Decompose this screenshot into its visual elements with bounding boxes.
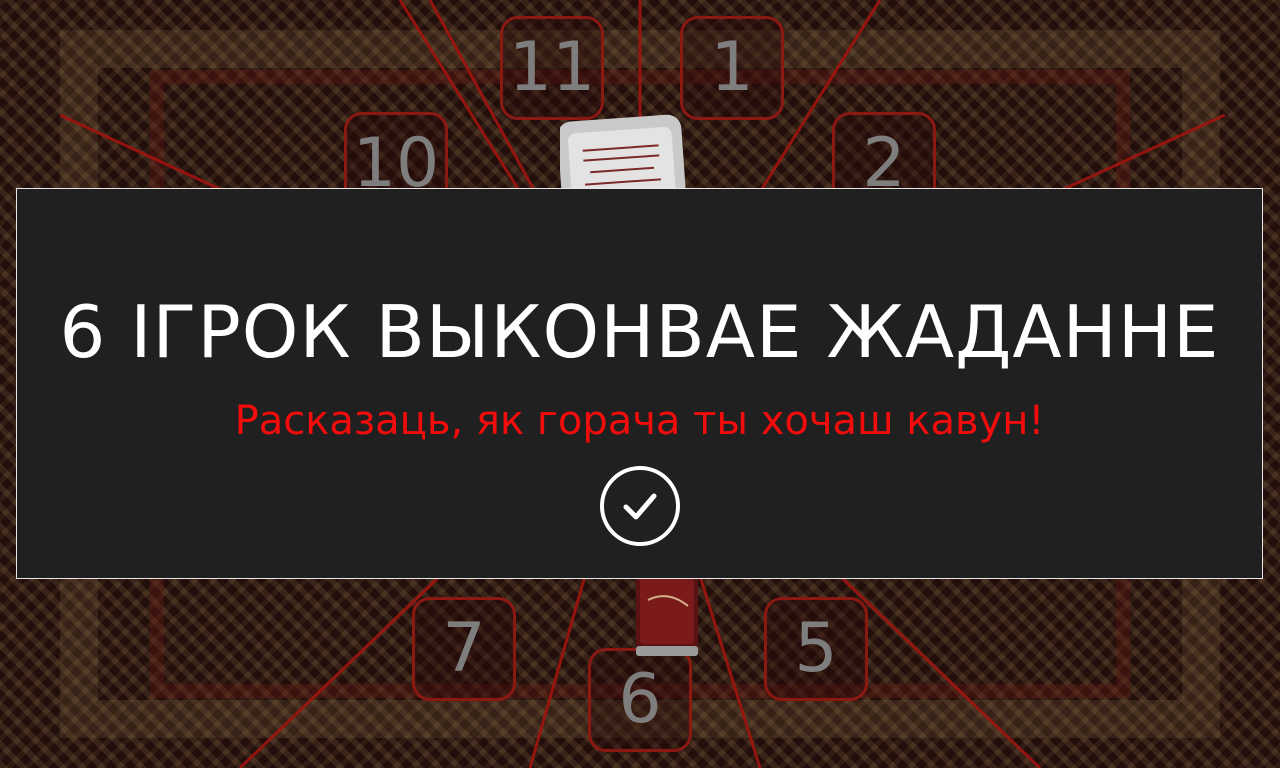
checkmark-icon [623, 493, 657, 520]
confirm-button[interactable] [600, 466, 680, 546]
wheel-slot-5: 5 [764, 597, 868, 701]
slot-number: 11 [508, 28, 596, 107]
slot-number: 1 [710, 28, 754, 107]
task-dialog: 6 ІГРОК ВЫКОНВАЕ ЖАДАННЕ Расказаць, як г… [16, 188, 1263, 579]
wheel-slot-7: 7 [412, 597, 516, 701]
wheel-slot-6: 6 [588, 648, 692, 752]
slot-number: 7 [442, 609, 486, 688]
game-screen: 11 1 10 2 7 5 6 6 ІГРОК ВЫКОНВАЕ ЖАДАННЕ [0, 0, 1280, 768]
dialog-task-text: Расказаць, як горача ты хочаш кавун! [234, 398, 1045, 444]
slot-number: 5 [794, 609, 838, 688]
dialog-title: 6 ІГРОК ВЫКОНВАЕ ЖАДАННЕ [59, 290, 1220, 374]
slot-number: 6 [618, 660, 662, 739]
